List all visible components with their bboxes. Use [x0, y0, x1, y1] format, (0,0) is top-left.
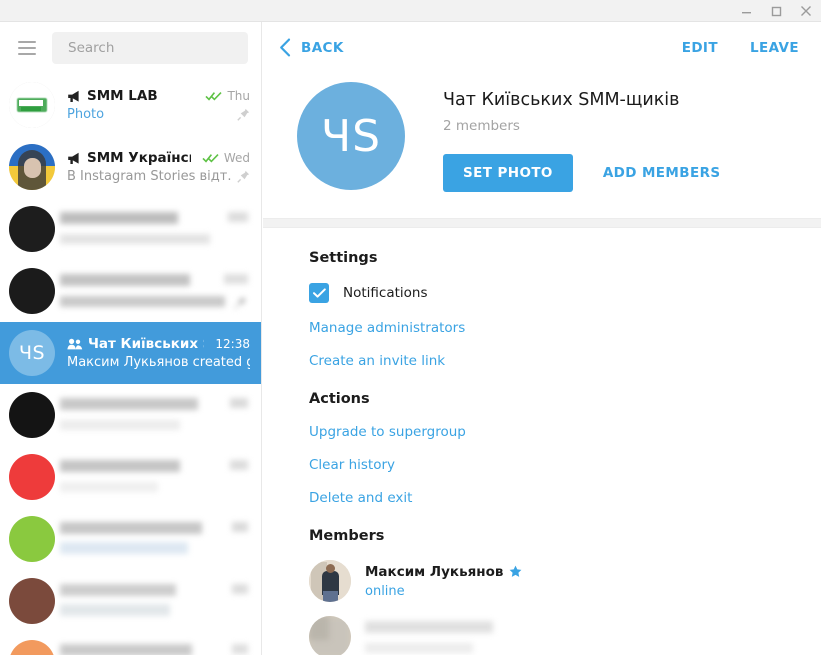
chat-preview: В Instagram Stories відт... [67, 169, 231, 184]
add-members-button[interactable]: ADD MEMBERS [601, 154, 723, 192]
chat-time: Thu [227, 89, 250, 103]
pin-icon [237, 170, 250, 183]
checkmark-icon [312, 288, 326, 298]
checkbox-checked-icon[interactable] [309, 283, 329, 303]
pin-icon [234, 296, 247, 309]
section-divider [263, 218, 821, 228]
chat-list-sidebar: SMM LAB Thu Photo [0, 22, 262, 655]
close-icon [801, 6, 811, 16]
notifications-toggle[interactable]: Notifications [309, 283, 821, 303]
create-invite-link[interactable]: Create an invite link [309, 353, 445, 369]
member-status: online [365, 583, 405, 599]
group-info-panel: BACK EDIT LEAVE ЧS Чат Київських SMM-щик… [263, 22, 821, 655]
chat-list-item-blurred[interactable] [0, 446, 261, 508]
chat-preview: Photo [67, 107, 105, 122]
window-controls [731, 0, 821, 22]
avatar [309, 560, 351, 602]
megaphone-icon [68, 90, 79, 102]
chat-name: SMM LAB [87, 88, 158, 104]
edit-button[interactable]: EDIT [682, 40, 718, 56]
chat-list-item-smm-ukrainian[interactable]: SMM Українсь... Wed В Instagram Stories … [0, 136, 261, 198]
maximize-button[interactable] [761, 0, 791, 22]
chat-list-item-blurred[interactable] [0, 570, 261, 632]
group-profile-buttons: SET PHOTO ADD MEMBERS [443, 154, 723, 192]
manage-administrators-link[interactable]: Manage administrators [309, 320, 465, 336]
chat-name: SMM Українсь... [87, 150, 191, 166]
member-info: Максим Лукьянов online [365, 564, 522, 599]
chat-list-item-blurred[interactable] [0, 260, 261, 322]
chat-list-item-blurred[interactable] [0, 632, 261, 655]
chat-list-item-blurred[interactable] [0, 384, 261, 446]
member-info [365, 621, 493, 653]
clear-history-link[interactable]: Clear history [309, 457, 395, 473]
avatar [9, 82, 55, 128]
admin-star-icon [510, 565, 522, 577]
back-button[interactable]: BACK [279, 38, 344, 57]
minimize-icon [741, 11, 751, 13]
double-check-icon [202, 154, 219, 163]
chat-list[interactable]: SMM LAB Thu Photo SMM Українс Wed В Inst… [0, 74, 261, 655]
double-check-icon [205, 92, 223, 101]
member-list-item[interactable]: Максим Лукьянов online [309, 560, 821, 602]
upgrade-to-supergroup-link[interactable]: Upgrade to supergroup [309, 424, 466, 440]
chat-list-item-blurred[interactable] [0, 198, 261, 260]
chat-time: 12:38 [215, 337, 250, 351]
hamburger-menu-icon[interactable] [12, 33, 42, 63]
member-name: Максим Лукьянов [365, 563, 504, 580]
avatar-initials: ЧS [18, 342, 46, 364]
group-member-count: 2 members [443, 118, 520, 134]
chevron-left-icon [280, 38, 291, 57]
member-list-item[interactable] [309, 616, 821, 655]
group-profile: ЧS Чат Київських SMM-щиків 2 members SET… [263, 74, 821, 218]
window-title-bar [0, 0, 821, 22]
chat-preview: Максим Лукьянов created g... [67, 355, 250, 370]
group-icon [67, 338, 83, 350]
telegram-desktop-window: SMM LAB Thu Photo [0, 0, 821, 655]
notifications-label: Notifications [343, 285, 428, 301]
chat-row-body: Чат Київських S... 12:38 Максим Лукьянов… [67, 336, 250, 370]
delete-and-exit-link[interactable]: Delete and exit [309, 490, 412, 506]
chat-list-item-smm-lab[interactable]: SMM LAB Thu Photo [0, 74, 261, 136]
group-profile-info: Чат Київських SMM-щиків 2 members SET PH… [443, 82, 723, 192]
minimize-button[interactable] [731, 0, 761, 22]
group-avatar-initials: ЧS [320, 110, 382, 162]
search-box[interactable] [52, 32, 248, 64]
member-name-row: Максим Лукьянов [365, 564, 522, 580]
close-button[interactable] [791, 0, 821, 22]
chat-row-body: SMM Українсь... Wed В Instagram Stories … [67, 150, 250, 184]
pin-icon [237, 108, 250, 121]
panel-header: BACK EDIT LEAVE [263, 22, 821, 74]
avatar [309, 616, 351, 655]
leave-button[interactable]: LEAVE [750, 40, 799, 56]
sidebar-toolbar [0, 22, 261, 74]
set-photo-button[interactable]: SET PHOTO [443, 154, 573, 192]
avatar: ЧS [9, 330, 55, 376]
back-label: BACK [301, 39, 344, 56]
maximize-icon [771, 6, 781, 16]
panel-header-actions: EDIT LEAVE [682, 40, 799, 56]
actions-section: Actions Upgrade to supergroup Clear hist… [263, 391, 821, 506]
chat-name: Чат Київських S... [88, 336, 204, 352]
settings-heading: Settings [309, 250, 378, 266]
members-section: Members Максим Лукьянов online [263, 528, 821, 655]
actions-heading: Actions [309, 391, 370, 407]
group-title: Чат Київських SMM-щиків [443, 90, 680, 110]
megaphone-icon [68, 152, 79, 164]
chat-time: Wed [223, 151, 250, 165]
search-input[interactable] [66, 39, 234, 57]
settings-section: Settings Notifications Manage administra… [263, 250, 821, 369]
avatar [9, 144, 55, 190]
chat-list-item-chat-kyiv-smm[interactable]: ЧS Чат Київських S... 12:38 [0, 322, 261, 384]
chat-row-body: SMM LAB Thu Photo [67, 88, 250, 122]
members-heading: Members [309, 528, 385, 544]
group-avatar[interactable]: ЧS [297, 82, 405, 190]
chat-list-item-blurred[interactable] [0, 508, 261, 570]
